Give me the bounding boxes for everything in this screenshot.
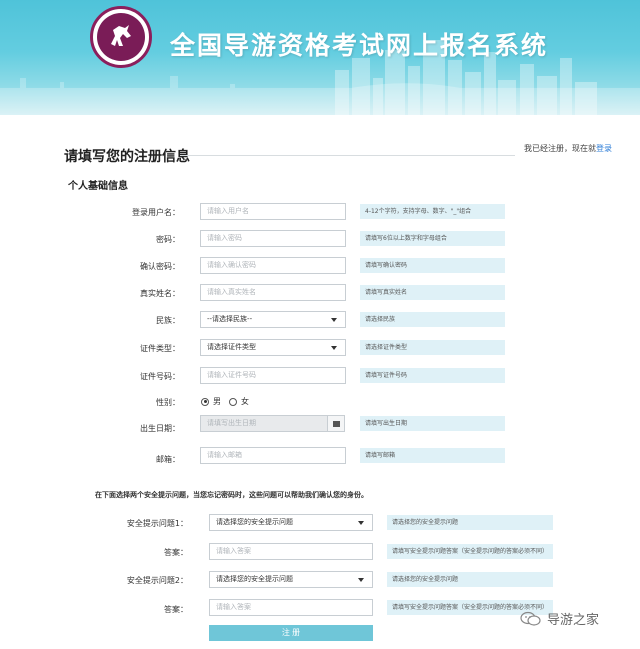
- password-input[interactable]: 请输入密码: [200, 230, 346, 247]
- username-hint: 4-12个字符，支持字母、数字、"_"组合: [360, 204, 505, 219]
- wechat-icon: [520, 611, 541, 626]
- ethnicity-select-value: --请选择民族--: [207, 315, 253, 323]
- security-question-note: 在下面选择两个安全提示问题，当您忘记密码时，这些问题可以帮助我们确认您的身份。: [95, 491, 368, 499]
- page-title: 请填写您的注册信息: [64, 149, 190, 165]
- password-label: 密码：: [156, 235, 180, 244]
- id-type-hint: 请选择证件类型: [360, 340, 505, 355]
- id-number-input[interactable]: 请输入证件号码: [200, 367, 346, 384]
- question1-hint: 请选择您的安全提示问题: [387, 515, 553, 530]
- gender-label: 性别：: [156, 398, 180, 407]
- id-type-label: 证件类型：: [140, 344, 180, 353]
- question2-select[interactable]: 请选择您的安全提示问题: [209, 571, 373, 588]
- answer2-label: 答案：: [164, 605, 188, 614]
- chevron-down-icon: [331, 346, 337, 350]
- id-number-label: 证件号码：: [140, 372, 180, 381]
- ethnicity-label: 民族：: [156, 316, 180, 325]
- question2-select-value: 请选择您的安全提示问题: [216, 575, 293, 583]
- system-title: 全国导游资格考试网上报名系统: [170, 31, 549, 60]
- real-name-input[interactable]: 请输入真实姓名: [200, 284, 346, 301]
- answer2-input[interactable]: 请输入答案: [209, 599, 373, 616]
- birth-date-label: 出生日期：: [140, 424, 180, 433]
- calendar-icon: [333, 421, 340, 427]
- gender-female-radio[interactable]: [229, 397, 237, 406]
- watermark-text: 导游之家: [547, 613, 600, 628]
- answer1-input[interactable]: 请输入答案: [209, 543, 373, 560]
- answer1-label: 答案：: [164, 548, 188, 557]
- question1-select-value: 请选择您的安全提示问题: [216, 518, 293, 526]
- id-type-select[interactable]: 请选择证件类型: [200, 339, 346, 356]
- question2-label: 安全提示问题2：: [126, 576, 188, 585]
- watermark: 导游之家: [520, 609, 599, 628]
- chevron-down-icon: [358, 578, 364, 582]
- calendar-button[interactable]: [327, 415, 345, 432]
- confirm-password-hint: 请填写确认密码: [360, 258, 505, 273]
- gender-radio-group: 男 女: [201, 396, 249, 407]
- confirm-password-label: 确认密码：: [140, 262, 180, 271]
- email-label: 邮箱：: [156, 455, 180, 464]
- horse-icon: [111, 25, 131, 46]
- username-label: 登录用户名：: [132, 208, 180, 217]
- email-hint: 请填写邮箱: [360, 448, 505, 463]
- register-button[interactable]: 注 册: [209, 625, 373, 641]
- real-name-label: 真实姓名：: [140, 289, 180, 298]
- title-divider: [180, 155, 515, 156]
- chevron-down-icon: [358, 521, 364, 525]
- id-number-hint: 请填写证件号码: [360, 368, 505, 383]
- birth-date-input[interactable]: 请填写出生日期: [200, 415, 328, 432]
- header-banner: 全国导游资格考试网上报名系统: [0, 0, 640, 115]
- question1-label: 安全提示问题1：: [126, 519, 188, 528]
- site-logo: [90, 6, 152, 68]
- question1-select[interactable]: 请选择您的安全提示问题: [209, 514, 373, 531]
- gender-male-label: 男: [213, 397, 221, 406]
- birth-date-hint: 请填写出生日期: [360, 416, 505, 431]
- gender-male-radio[interactable]: [201, 397, 209, 406]
- answer1-hint: 请填写安全提示问题答案（安全提示问题的答案必须不同）: [387, 544, 553, 559]
- question2-hint: 请选择您的安全提示问题: [387, 572, 553, 587]
- gender-female-label: 女: [241, 397, 249, 406]
- id-type-select-value: 请选择证件类型: [207, 343, 256, 351]
- username-input[interactable]: 请输入用户名: [200, 203, 346, 220]
- password-hint: 请填写6位以上数字和字母组合: [360, 231, 505, 246]
- chevron-down-icon: [331, 318, 337, 322]
- section-basic-info: 个人基础信息: [68, 181, 128, 192]
- confirm-password-input[interactable]: 请输入确认密码: [200, 257, 346, 274]
- ethnicity-select[interactable]: --请选择民族--: [200, 311, 346, 328]
- ethnicity-hint: 请选择民族: [360, 312, 505, 327]
- login-hint-text: 我已经注册，现在就: [524, 144, 596, 153]
- email-input[interactable]: 请输入邮箱: [200, 447, 346, 464]
- real-name-hint: 请填写真实姓名: [360, 285, 505, 300]
- login-hint: 我已经注册，现在就登录: [524, 143, 612, 154]
- login-link[interactable]: 登录: [596, 144, 612, 153]
